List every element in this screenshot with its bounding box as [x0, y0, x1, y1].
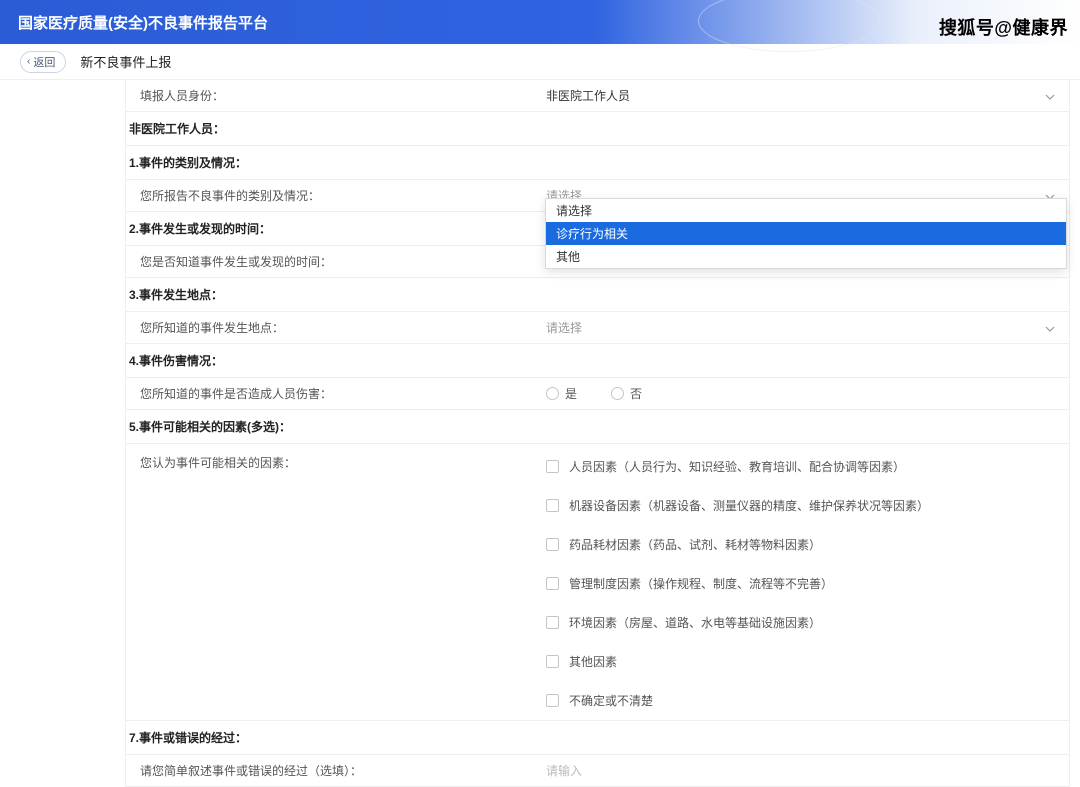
radio-group-q4: 是 否: [546, 385, 642, 402]
row-q3: 您所知道的事件发生地点： 请选择: [126, 312, 1069, 344]
radio-q4-yes[interactable]: 是: [546, 385, 577, 402]
label-q3: 您所知道的事件发生地点：: [126, 312, 546, 343]
row-q5: 您认为事件可能相关的因素： 人员因素（人员行为、知识经验、教育培训、配合协调等因…: [126, 444, 1069, 721]
section-1: 1.事件的类别及情况：: [126, 146, 1069, 180]
form: 填报人员身份： 非医院工作人员 非医院工作人员： 1.事件的类别及情况： 您所报…: [125, 80, 1070, 787]
select-q3[interactable]: 请选择: [546, 319, 1055, 336]
checkbox-icon: [546, 460, 559, 473]
toolbar: ‹ 返回 新不良事件上报: [0, 44, 1080, 80]
check-group-q5: 人员因素（人员行为、知识经验、教育培训、配合协调等因素） 机器设备因素（机器设备…: [546, 454, 929, 713]
check-q5-2[interactable]: 药品耗材因素（药品、试剂、耗材等物料因素）: [546, 536, 929, 553]
radio-q4-no[interactable]: 否: [611, 385, 642, 402]
watermark: 搜狐号@健康界: [939, 14, 1068, 40]
checkbox-icon: [546, 538, 559, 551]
section-5: 5.事件可能相关的因素(多选)：: [126, 410, 1069, 444]
check-q5-0[interactable]: 人员因素（人员行为、知识经验、教育培训、配合协调等因素）: [546, 458, 929, 475]
section-4: 4.事件伤害情况：: [126, 344, 1069, 378]
chevron-left-icon: ‹: [27, 56, 30, 67]
dropdown-q1: 请选择 诊疗行为相关 其他: [545, 198, 1067, 269]
checkbox-icon: [546, 694, 559, 707]
row-q4: 您所知道的事件是否造成人员伤害： 是 否: [126, 378, 1069, 410]
checkbox-icon: [546, 616, 559, 629]
chevron-down-icon: [1045, 91, 1055, 101]
row-identity: 填报人员身份： 非医院工作人员: [126, 80, 1069, 112]
dropdown-opt-0[interactable]: 请选择: [546, 199, 1066, 222]
check-q5-6[interactable]: 不确定或不清楚: [546, 692, 929, 709]
select-q3-placeholder: 请选择: [546, 319, 582, 336]
input-q7[interactable]: 请输入: [546, 762, 582, 779]
label-q5: 您认为事件可能相关的因素：: [126, 444, 546, 478]
checkbox-icon: [546, 655, 559, 668]
chevron-down-icon: [1045, 323, 1055, 333]
dropdown-opt-1[interactable]: 诊疗行为相关: [546, 222, 1066, 245]
check-q5-5[interactable]: 其他因素: [546, 653, 929, 670]
check-q5-4[interactable]: 环境因素（房屋、道路、水电等基础设施因素）: [546, 614, 929, 631]
select-identity-value: 非医院工作人员: [546, 87, 630, 104]
label-identity: 填报人员身份：: [126, 80, 546, 111]
check-q5-3[interactable]: 管理制度因素（操作规程、制度、流程等不完善）: [546, 575, 929, 592]
app-banner: 国家医疗质量(安全)不良事件报告平台: [0, 0, 1080, 44]
label-q4: 您所知道的事件是否造成人员伤害：: [126, 378, 546, 409]
section-7: 7.事件或错误的经过：: [126, 721, 1069, 755]
select-identity[interactable]: 非医院工作人员: [546, 87, 1055, 104]
section-non-hospital: 非医院工作人员：: [126, 112, 1069, 146]
page-title: 新不良事件上报: [80, 52, 171, 71]
row-q7: 请您简单叙述事件或错误的经过（选填）： 请输入: [126, 755, 1069, 787]
checkbox-icon: [546, 577, 559, 590]
section-3: 3.事件发生地点：: [126, 278, 1069, 312]
banner-title: 国家医疗质量(安全)不良事件报告平台: [18, 12, 268, 33]
radio-icon: [611, 387, 624, 400]
label-q7: 请您简单叙述事件或错误的经过（选填）：: [126, 755, 546, 786]
back-button[interactable]: ‹ 返回: [20, 51, 66, 73]
checkbox-icon: [546, 499, 559, 512]
label-q2: 您是否知道事件发生或发现的时间：: [126, 246, 546, 277]
back-label: 返回: [33, 54, 55, 70]
check-q5-1[interactable]: 机器设备因素（机器设备、测量仪器的精度、维护保养状况等因素）: [546, 497, 929, 514]
dropdown-opt-2[interactable]: 其他: [546, 245, 1066, 268]
radio-icon: [546, 387, 559, 400]
label-q1: 您所报告不良事件的类别及情况：: [126, 180, 546, 211]
